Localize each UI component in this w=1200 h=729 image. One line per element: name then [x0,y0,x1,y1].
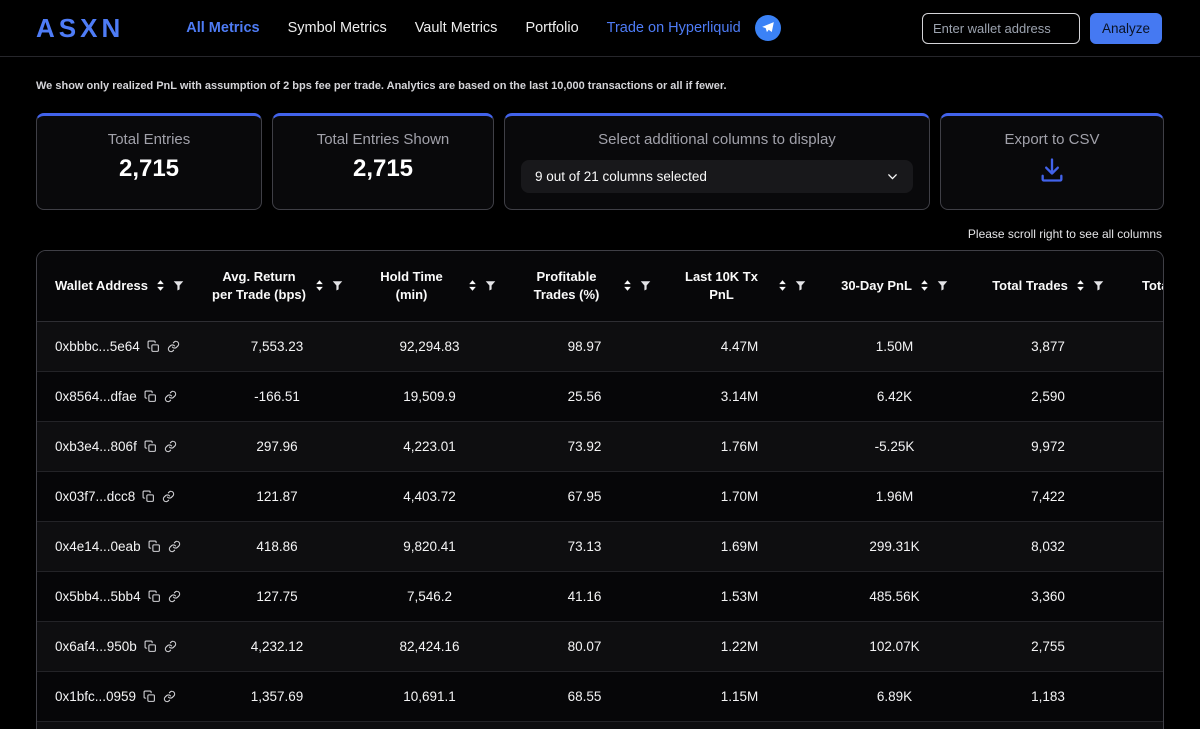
table-row[interactable]: 0x4e14...0eab 418.86 9,820.41 73.13 1.69M 2… [37,521,1163,572]
sort-arrows-icon[interactable] [314,279,325,292]
column-select-label: Select additional columns to display [598,131,836,148]
funnel-icon[interactable] [332,280,343,291]
external-link-icon[interactable] [162,490,175,503]
nav-link-all-metrics[interactable]: All Metrics [186,20,259,36]
copy-icon[interactable] [144,440,157,453]
wallet-address: 0x4e14...0eab [55,538,141,554]
paper-plane-icon [761,22,774,33]
table-row[interactable]: 0x03f7...dcc8 121.87 4,403.72 67.95 1.70M 1… [37,471,1163,522]
table-row[interactable]: 0x8564...dfae -166.51 19,509.9 25.56 3.14M… [37,371,1163,422]
wallet-address: 0x1bfc...0959 [55,688,137,704]
table-row[interactable]: 0xbbbc...5e64 7,553.23 92,294.83 98.97 4.4… [37,321,1163,372]
table-row[interactable]: 0xb3e4...806f 297.96 4,223.01 73.92 1.76M -… [37,421,1163,472]
external-link-icon[interactable] [164,440,177,453]
table-body: 0xbbbc...5e64 7,553.23 92,294.83 98.97 4.4… [37,321,1163,729]
table-row-partial [37,721,1163,729]
column-header: Tota [1124,251,1163,322]
column-header: Hold Time (min) [352,251,507,322]
column-header-label: Tota [1142,277,1163,293]
nav-links: All Metrics Symbol Metrics Vault Metrics… [186,20,740,36]
column-header-label: Wallet Address [55,277,148,293]
funnel-icon[interactable] [485,280,496,291]
wallet-address: 0x6af4...950b [55,638,137,654]
export-csv-card[interactable]: Export to CSV [940,113,1164,210]
column-header: Total Trades [972,251,1124,322]
column-header-label: Hold Time (min) [380,269,443,302]
table-row[interactable]: 0x6af4...950b 4,232.12 82,424.16 80.07 1.2… [37,621,1163,672]
funnel-icon[interactable] [937,280,948,291]
funnel-icon[interactable] [640,280,651,291]
table-row[interactable]: 0x1bfc...0959 1,357.69 10,691.1 68.55 1.15… [37,671,1163,722]
total-entries-card: Total Entries 2,715 [36,113,262,210]
copy-icon[interactable] [144,640,157,653]
wallet-address: 0x8564...dfae [55,388,137,404]
analyze-button[interactable]: Analyze [1089,12,1162,44]
funnel-icon[interactable] [1093,280,1104,291]
total-entries-shown-card: Total Entries Shown 2,715 [272,113,494,210]
column-header-label: Profitable Trades (%) [533,269,600,302]
wallet-address: 0xbbbc...5e64 [55,338,140,354]
copy-icon[interactable] [148,590,161,603]
table-row[interactable]: 0x5bb4...5bb4 127.75 7,546.2 41.16 1.53M 48… [37,571,1163,622]
external-link-icon[interactable] [167,340,180,353]
total-entries-label: Total Entries [107,131,191,148]
sort-arrows-icon[interactable] [777,279,788,292]
disclaimer-text: We show only realized PnL with assumptio… [36,80,727,92]
scroll-right-hint: Please scroll right to see all columns [967,227,1162,241]
total-entries-shown-value: 2,715 [352,155,414,182]
column-header: Wallet Address [37,251,202,322]
total-entries-value: 2,715 [118,155,180,182]
metrics-table: Wallet Address Avg. Return per Trade (bp… [36,250,1164,729]
wallet-address: 0x03f7...dcc8 [55,488,136,504]
wallet-address-input[interactable] [921,12,1080,44]
export-csv-label: Export to CSV [1004,131,1100,148]
external-link-icon[interactable] [168,540,181,553]
copy-icon[interactable] [144,390,157,403]
sort-arrows-icon[interactable] [622,279,633,292]
external-link-icon[interactable] [164,640,177,653]
download-icon[interactable] [1038,156,1066,184]
summary-cards: Total Entries 2,715 Total Entries Shown … [36,113,1164,210]
column-header-label: Total Trades [992,277,1068,293]
external-link-icon[interactable] [163,690,176,703]
column-header-label: Avg. Return per Trade (bps) [212,269,306,302]
sort-arrows-icon[interactable] [155,279,166,292]
columns-dropdown-value: 9 out of 21 columns selected [535,169,707,184]
wallet-address: 0x5bb4...5bb4 [55,588,141,604]
column-header: Last 10K Tx PnL [662,251,817,322]
columns-dropdown[interactable]: 9 out of 21 columns selected [521,160,913,193]
copy-icon[interactable] [148,540,161,553]
navbar-right: Analyze [921,12,1162,44]
nav-link-trade-on-hyperliquid[interactable]: Trade on Hyperliquid [607,20,741,36]
chevron-down-icon [886,170,899,183]
wallet-address: 0xb3e4...806f [55,438,137,454]
nav-link-vault-metrics[interactable]: Vault Metrics [415,20,498,36]
top-navbar: ASXN All Metrics Symbol Metrics Vault Me… [0,0,1200,57]
total-entries-shown-label: Total Entries Shown [316,131,450,148]
external-link-icon[interactable] [164,390,177,403]
copy-icon[interactable] [143,690,156,703]
asxn-logo[interactable]: ASXN [36,13,124,44]
funnel-icon[interactable] [795,280,806,291]
telegram-icon[interactable] [754,15,781,41]
table-header-row: Wallet Address Avg. Return per Trade (bp… [37,251,1163,322]
column-header-label: Last 10K Tx PnL [685,269,758,302]
sort-arrows-icon[interactable] [919,279,930,292]
external-link-icon[interactable] [168,590,181,603]
funnel-icon[interactable] [173,280,184,291]
copy-icon[interactable] [147,340,160,353]
column-header: Avg. Return per Trade (bps) [202,251,352,322]
nav-link-portfolio[interactable]: Portfolio [525,20,578,36]
sort-arrows-icon[interactable] [467,279,478,292]
sort-arrows-icon[interactable] [1075,279,1086,292]
column-select-card: Select additional columns to display 9 o… [504,113,930,210]
nav-link-symbol-metrics[interactable]: Symbol Metrics [288,20,387,36]
column-header: Profitable Trades (%) [507,251,662,322]
copy-icon[interactable] [142,490,155,503]
column-header-label: 30-Day PnL [841,277,912,293]
column-header: 30-Day PnL [817,251,972,322]
